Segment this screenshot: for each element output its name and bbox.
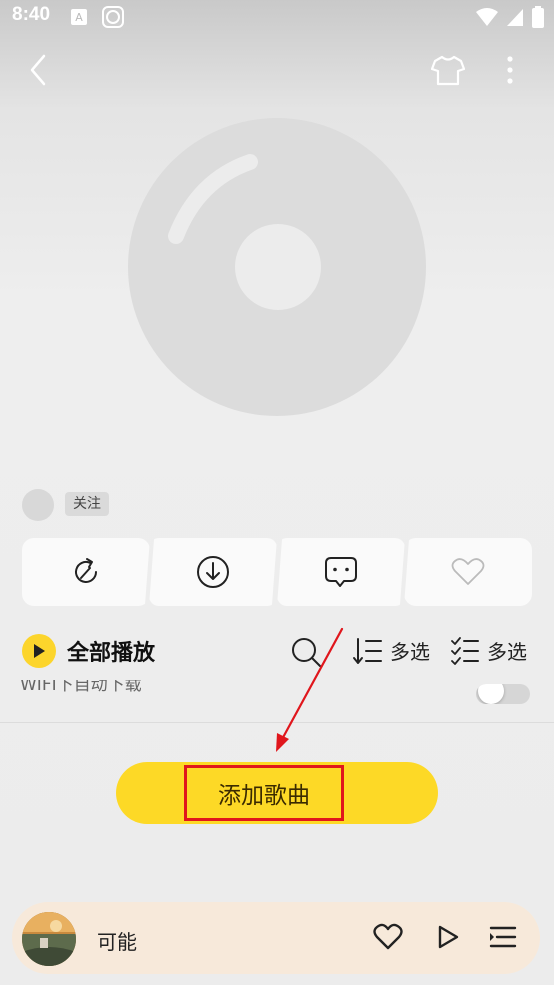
song-title[interactable]: 可能 <box>97 926 137 955</box>
disc-center <box>235 224 321 310</box>
multiselect-button[interactable]: 多选 <box>451 636 527 665</box>
play-pause-button[interactable] <box>431 920 465 954</box>
song-cover[interactable] <box>22 912 76 966</box>
more-vertical-icon <box>507 56 513 84</box>
sort-icon <box>353 637 382 664</box>
wifi-auto-download-toggle[interactable] <box>476 684 530 704</box>
comment-button[interactable] <box>277 538 405 606</box>
favorite-song-button[interactable] <box>371 920 405 954</box>
status-icons <box>476 6 544 28</box>
wifi-auto-download-label: WIFI下自动下载 <box>20 680 142 695</box>
notification-icon: A <box>70 8 88 26</box>
download-button[interactable] <box>149 538 277 606</box>
heart-icon <box>451 558 485 585</box>
follow-button[interactable]: 关注 <box>65 492 109 516</box>
more-button[interactable] <box>488 48 532 92</box>
multiselect-label: 多选 <box>487 640 527 664</box>
battery-icon <box>532 6 544 28</box>
tshirt-icon <box>431 55 465 86</box>
action-bar <box>22 538 532 606</box>
chevron-left-icon <box>30 54 46 86</box>
play-icon <box>438 925 459 949</box>
status-time: 8:40 <box>12 4 51 25</box>
checklist-icon <box>451 636 479 665</box>
back-button[interactable] <box>16 48 60 92</box>
play-all-label[interactable]: 全部播放 <box>67 635 155 667</box>
sort-label: 多选 <box>390 640 430 664</box>
favorite-button[interactable] <box>404 538 532 606</box>
playlist-button[interactable] <box>486 920 520 954</box>
heart-icon <box>373 923 403 950</box>
share-icon <box>75 558 97 583</box>
share-button[interactable] <box>22 538 150 606</box>
add-songs-label[interactable]: 添加歌曲 <box>184 765 344 821</box>
sort-button[interactable]: 多选 <box>352 636 430 665</box>
creator-avatar[interactable] <box>22 489 54 521</box>
play-icon <box>34 644 45 658</box>
app-notification-icon <box>102 6 124 28</box>
annotation-arrow <box>270 625 350 755</box>
comment-icon <box>325 557 357 587</box>
playlist-icon <box>489 926 517 948</box>
download-icon <box>197 556 229 588</box>
wifi-icon <box>476 8 498 26</box>
play-all-button[interactable] <box>22 634 56 668</box>
svg-text:A: A <box>75 11 83 24</box>
signal-icon <box>507 9 523 26</box>
skin-button[interactable] <box>426 48 470 92</box>
